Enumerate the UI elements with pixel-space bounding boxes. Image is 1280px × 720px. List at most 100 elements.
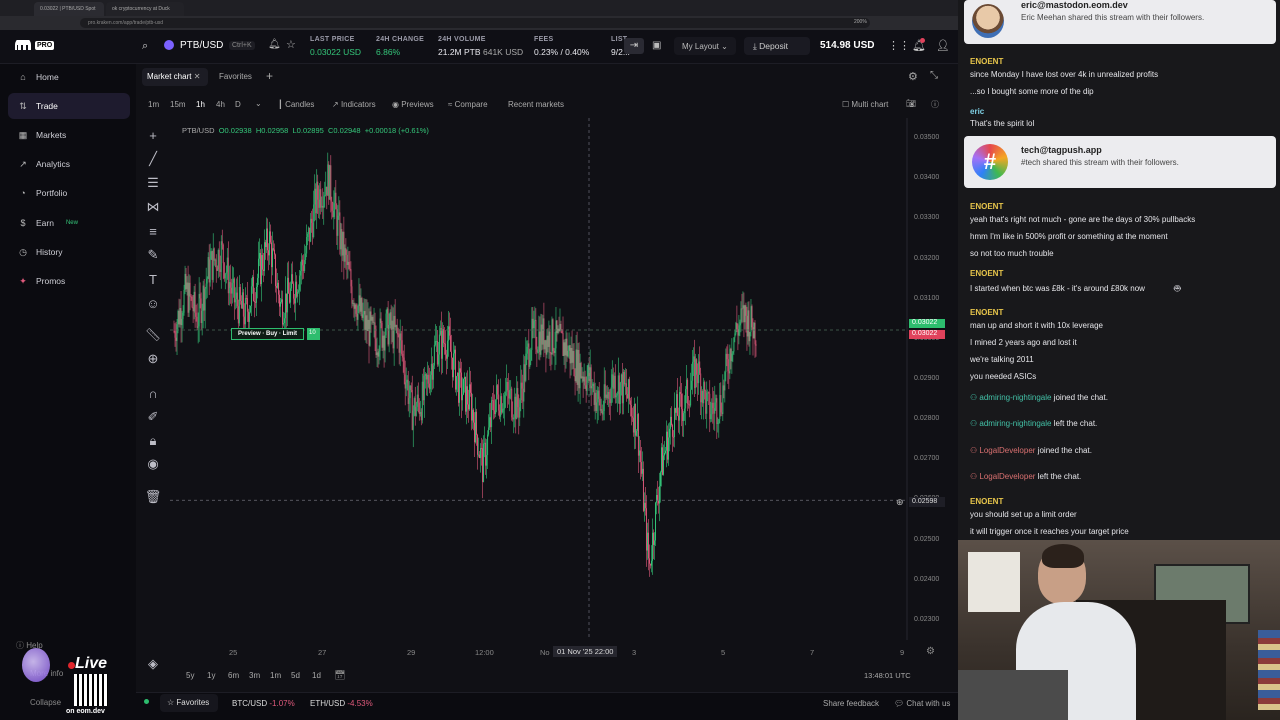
ruler-tool-icon[interactable]: 📏︎ [144, 326, 162, 344]
timeframe-dropdown-icon[interactable]: ⌄ [255, 99, 262, 108]
draw-lock-tool-icon[interactable]: ✐ [144, 408, 162, 426]
candle-body [266, 228, 267, 248]
chat-with-us-button[interactable]: 💬︎ Chat with us [894, 699, 950, 708]
multi-chart-button[interactable]: ☐ Multi chart [842, 100, 888, 109]
chat-username[interactable]: ENOENT [970, 308, 1003, 317]
chat-username[interactable]: eric [970, 107, 984, 116]
range-button-1d[interactable]: 1d [312, 671, 321, 680]
price-chart[interactable] [170, 118, 908, 640]
kraken-logo[interactable]: PRO [14, 40, 55, 51]
deposit-button[interactable]: ⤓ Deposit [744, 37, 810, 55]
add-alert-icon[interactable]: ⊕ [896, 497, 904, 508]
ticker-btc[interactable]: BTC/USD -1.07% [232, 699, 295, 708]
timeframe-d[interactable]: D [235, 100, 241, 109]
favorites-button[interactable]: ☆ Favorites [160, 694, 218, 712]
compare-button[interactable]: ≈ Compare [448, 100, 488, 109]
range-button-3m[interactable]: 3m [249, 671, 260, 680]
candle-body [335, 192, 337, 210]
crosshair-tool-icon[interactable]: + [144, 126, 162, 144]
pattern-tool-icon[interactable]: ⋈ [144, 198, 162, 216]
candle-body [740, 308, 742, 322]
timeframe-15m[interactable]: 15m [170, 100, 186, 109]
fib-tool-icon[interactable]: ≡ [144, 222, 162, 240]
event-user[interactable]: admiring-nightingale [979, 419, 1051, 428]
zoom-tool-icon[interactable]: ⊕ [144, 350, 162, 368]
event-user[interactable]: LogalDeveloper [979, 446, 1035, 455]
candle-body [365, 315, 367, 330]
pair-selector[interactable]: PTB/USD [180, 40, 223, 51]
bell-icon[interactable]: 🔔︎ [268, 39, 281, 50]
order-preview-qty[interactable]: 10 [307, 328, 320, 340]
range-button-1m[interactable]: 1m [270, 671, 281, 680]
previews-button[interactable]: ◉ Previews [392, 100, 434, 109]
sidebar-item-earn[interactable]: $ Earn New [8, 210, 130, 236]
apps-grid-icon[interactable]: ⋮⋮ [888, 39, 910, 52]
visibility-tool-icon[interactable]: ◉ [144, 455, 162, 473]
date-range-icon[interactable]: 📅︎ [334, 670, 345, 681]
candle-body [434, 341, 436, 345]
chat-username[interactable]: ENOENT [970, 269, 1003, 278]
lock-tool-icon[interactable]: 🔒︎ [144, 432, 162, 450]
candle-body [248, 312, 250, 322]
tab-market-chart[interactable]: Market chart ✕ [142, 68, 208, 86]
settings-gear-icon[interactable]: ⚙ [908, 70, 918, 83]
fullscreen-icon[interactable]: ⤡ [930, 70, 938, 81]
chat-username[interactable]: ENOENT [970, 497, 1003, 506]
search-icon[interactable]: ⌕ [142, 40, 148, 53]
event-user[interactable]: admiring-nightingale [979, 393, 1051, 402]
chat-username[interactable]: ENOENT [970, 202, 1003, 211]
sidebar-item-markets[interactable]: ▦ Markets [8, 122, 130, 148]
timeframe-1m[interactable]: 1m [148, 100, 159, 109]
layout-dropdown[interactable]: My Layout ⌄ [674, 37, 736, 55]
candle-body [447, 326, 449, 341]
layout-icon[interactable]: ▣ [652, 40, 661, 51]
text-tool-icon[interactable]: T [144, 270, 162, 288]
chart-settings-icon[interactable]: ⚙ [926, 646, 935, 657]
browser-tab-kraken[interactable]: 0.03022 | PTB/USD Spot [34, 2, 104, 16]
brush-tool-icon[interactable]: ✎ [144, 246, 162, 264]
range-button-6m[interactable]: 6m [228, 671, 239, 680]
emoji-tool-icon[interactable]: ☺ [144, 294, 162, 312]
timeframe-4h[interactable]: 4h [216, 100, 225, 109]
recent-markets-button[interactable]: Recent markets [508, 100, 564, 109]
star-icon[interactable]: ☆ [286, 38, 296, 51]
collapse-button[interactable]: Collapse [30, 698, 61, 707]
candles-button[interactable]: ┃ Candles [278, 100, 314, 109]
event-user[interactable]: LogalDeveloper [979, 472, 1035, 481]
timeframe-1h[interactable]: 1h [196, 100, 205, 109]
magnet-tool-icon[interactable]: ∩ [144, 384, 162, 402]
camera-icon[interactable]: 📷︎ [906, 99, 916, 108]
sidebar-item-home[interactable]: ⌂ Home [8, 64, 130, 90]
url-bar[interactable]: pro.kraken.com/app/trade/ptb-usd [80, 18, 870, 28]
chat-username[interactable]: ENOENT [970, 57, 1003, 66]
ticker-eth[interactable]: ETH/USD -4.53% [310, 699, 373, 708]
sidebar-item-analytics[interactable]: ↗ Analytics [8, 151, 130, 177]
sidebar-item-trade[interactable]: ⇅ Trade [8, 93, 130, 119]
range-button-5d[interactable]: 5d [291, 671, 300, 680]
close-icon[interactable]: ✕ [194, 72, 201, 81]
info-icon[interactable]: ⓘ [931, 99, 939, 110]
trash-tool-icon[interactable]: 🗑︎ [144, 488, 162, 506]
browser-tab-duck[interactable]: ok cryptocurrency at Duck [106, 2, 184, 16]
account-balance[interactable]: 514.98 USD [820, 40, 874, 51]
range-button-1y[interactable]: 1y [207, 671, 215, 680]
sidebar-item-history[interactable]: ◷ History [8, 239, 130, 265]
range-button-5y[interactable]: 5y [186, 671, 194, 680]
tab-favorites[interactable]: Favorites [219, 72, 252, 81]
share-feedback-link[interactable]: Share feedback [823, 699, 879, 708]
trendline-tool-icon[interactable]: ╱ [144, 150, 162, 168]
indicators-button[interactable]: ↗ Indicators [332, 100, 376, 109]
candle-body [545, 340, 547, 355]
candle-body [184, 273, 186, 290]
sidebar-item-promos[interactable]: ✦ Promos [8, 268, 130, 294]
user-account-icon[interactable]: 👤︎ [936, 39, 950, 52]
horizontal-lines-tool-icon[interactable]: ☰ [144, 174, 162, 192]
order-preview-label[interactable]: Preview · Buy · Limit [231, 328, 305, 340]
scroll-right-button[interactable]: ⇥ [624, 38, 644, 54]
candle-body [455, 349, 456, 390]
add-tab-icon[interactable]: + [266, 69, 273, 83]
candle-body [328, 164, 330, 200]
layers-icon[interactable]: ◈ [144, 655, 162, 673]
sidebar-item-portfolio[interactable]: ◔ Portfolio [8, 180, 130, 206]
candle-body [401, 340, 403, 354]
